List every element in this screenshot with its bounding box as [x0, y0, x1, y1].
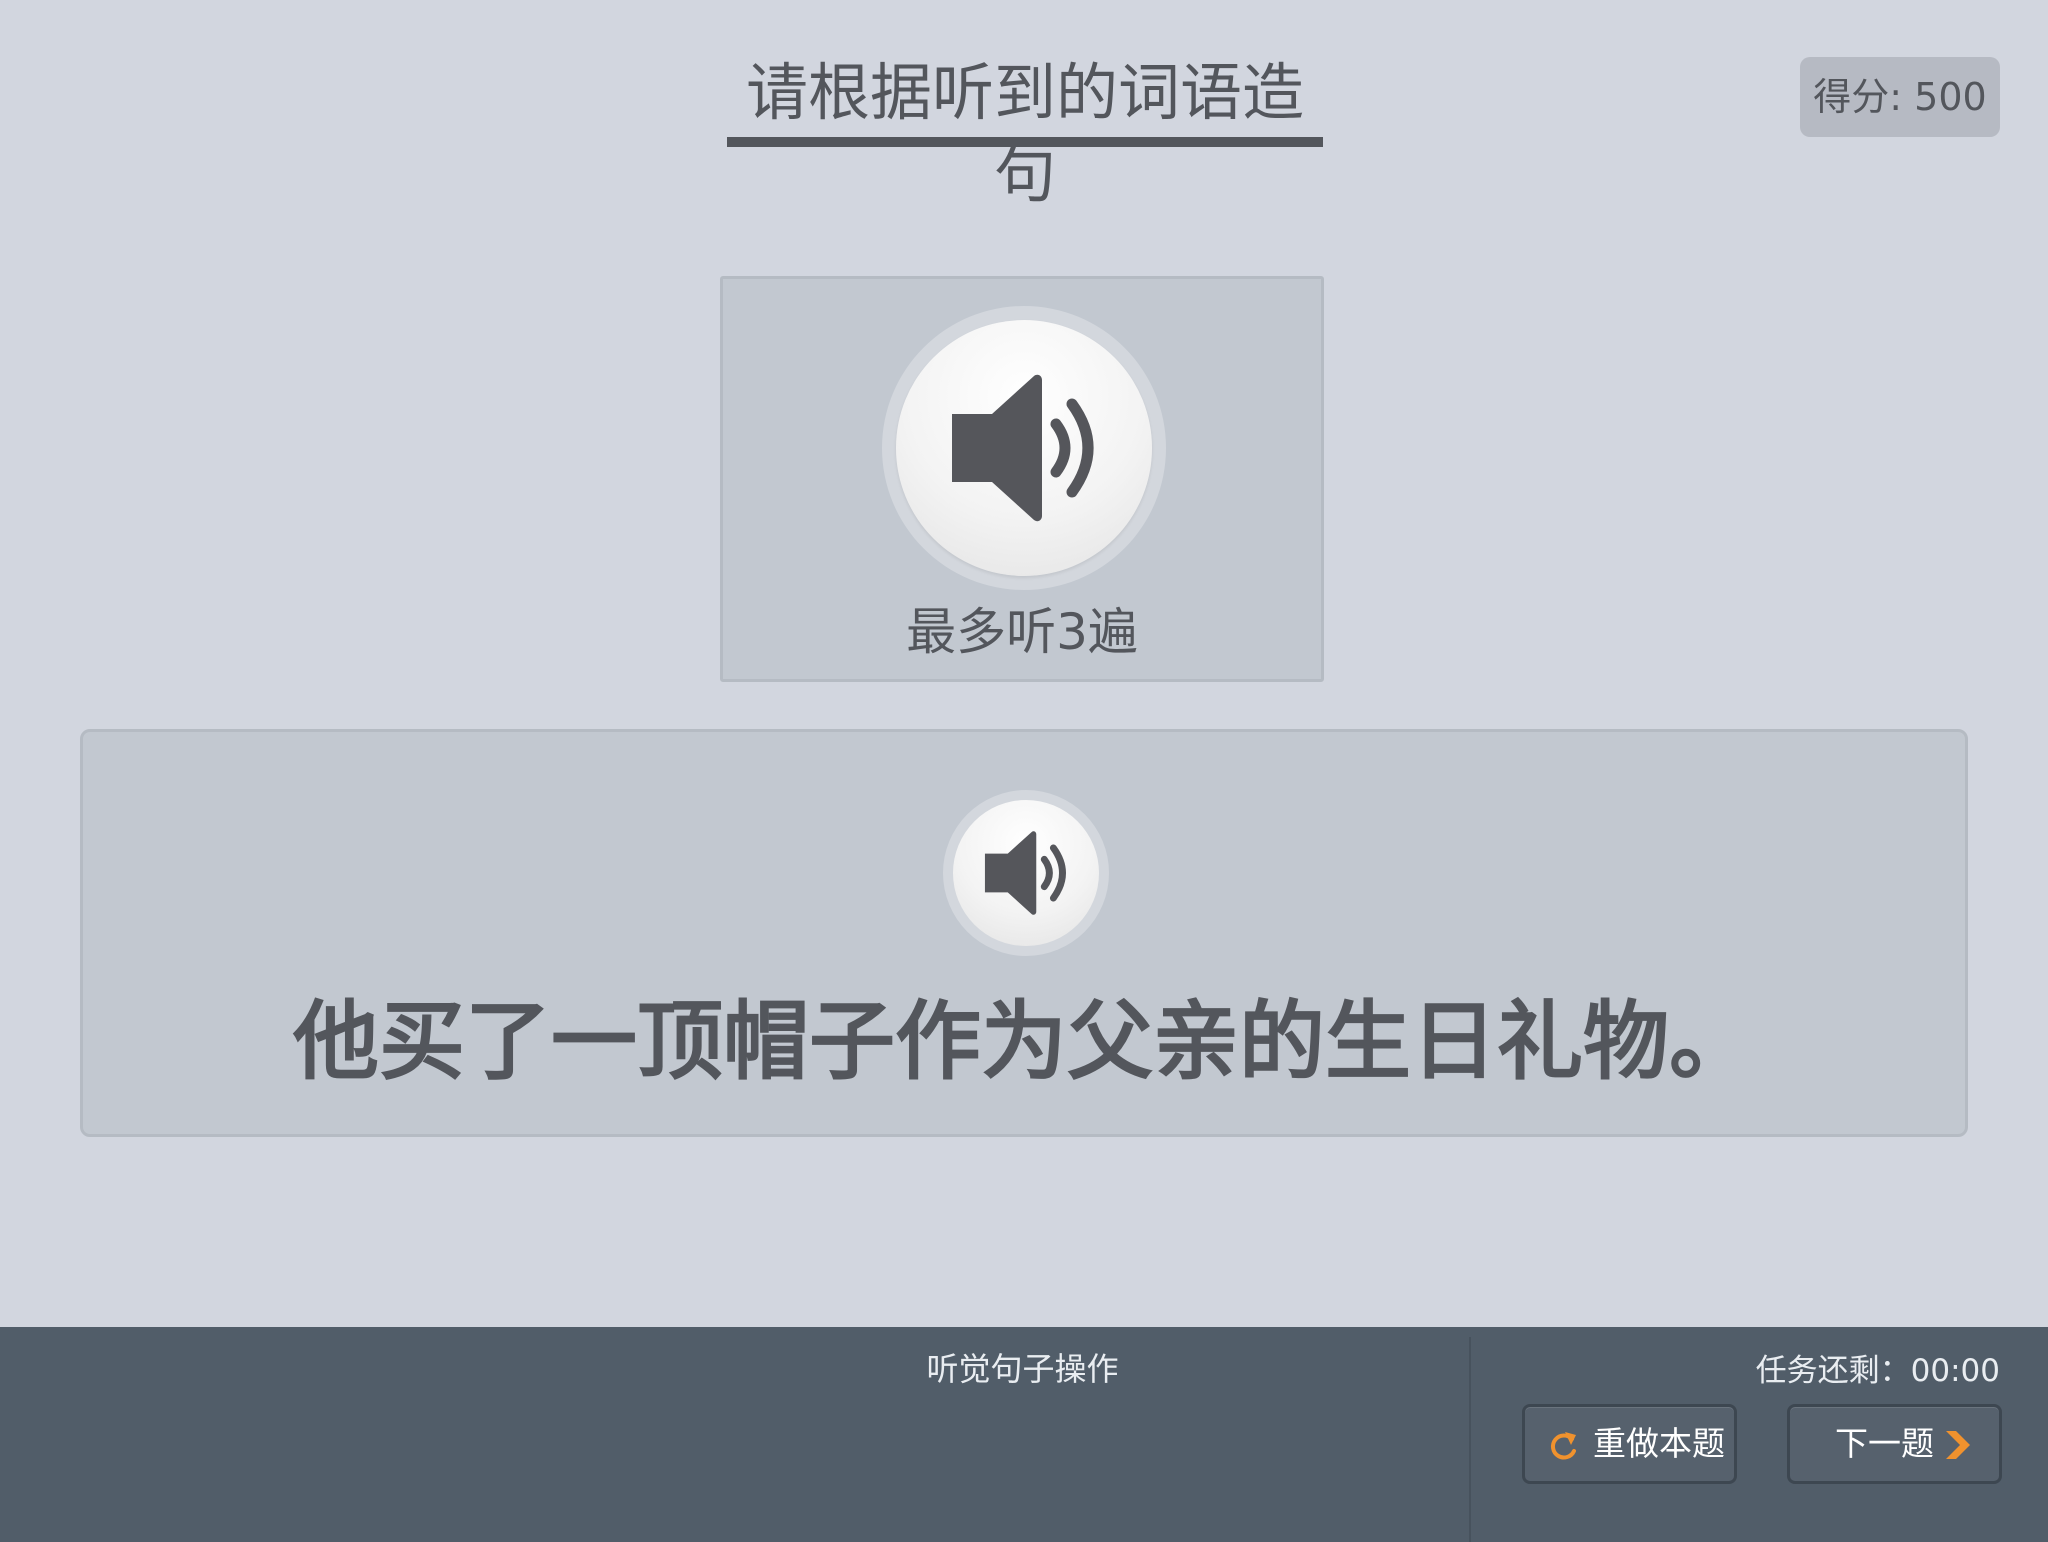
speaker-icon	[984, 831, 1066, 915]
sentence-audio-button[interactable]	[943, 790, 1109, 956]
next-button-label: 下一题	[1835, 1424, 1934, 1463]
bar-divider	[1469, 1337, 1471, 1542]
title-underline	[727, 137, 1323, 147]
speaker-icon	[952, 374, 1094, 522]
task-timer: 任务还剩：00:00	[1755, 1353, 2000, 1389]
sentence-speaker-face[interactable]	[953, 800, 1099, 946]
play-audio-button[interactable]	[882, 306, 1166, 590]
page-title: 请根据听到的词语造句	[745, 56, 1304, 211]
operation-title: 听觉句子操作	[926, 1350, 1119, 1388]
audio-card: 最多听3遍	[720, 276, 1324, 682]
redo-button[interactable]: 重做本题	[1522, 1404, 1737, 1484]
redo-button-label: 重做本题	[1593, 1424, 1725, 1463]
listen-limit-text: 最多听3遍	[906, 603, 1138, 661]
sentence-text: 他买了一顶帽子作为父亲的生日礼物。	[293, 992, 1755, 1092]
refresh-icon	[1550, 1432, 1576, 1460]
score-badge: 得分: 500	[1800, 57, 2000, 137]
next-button[interactable]: 下一题	[1787, 1404, 2002, 1484]
sentence-card: 他买了一顶帽子作为父亲的生日礼物。	[80, 729, 1968, 1137]
chevron-right-icon	[1946, 1431, 1970, 1459]
bottom-bar: 听觉句子操作 任务还剩：00:00	[0, 1327, 2048, 1542]
speaker-button-face[interactable]	[896, 320, 1152, 576]
